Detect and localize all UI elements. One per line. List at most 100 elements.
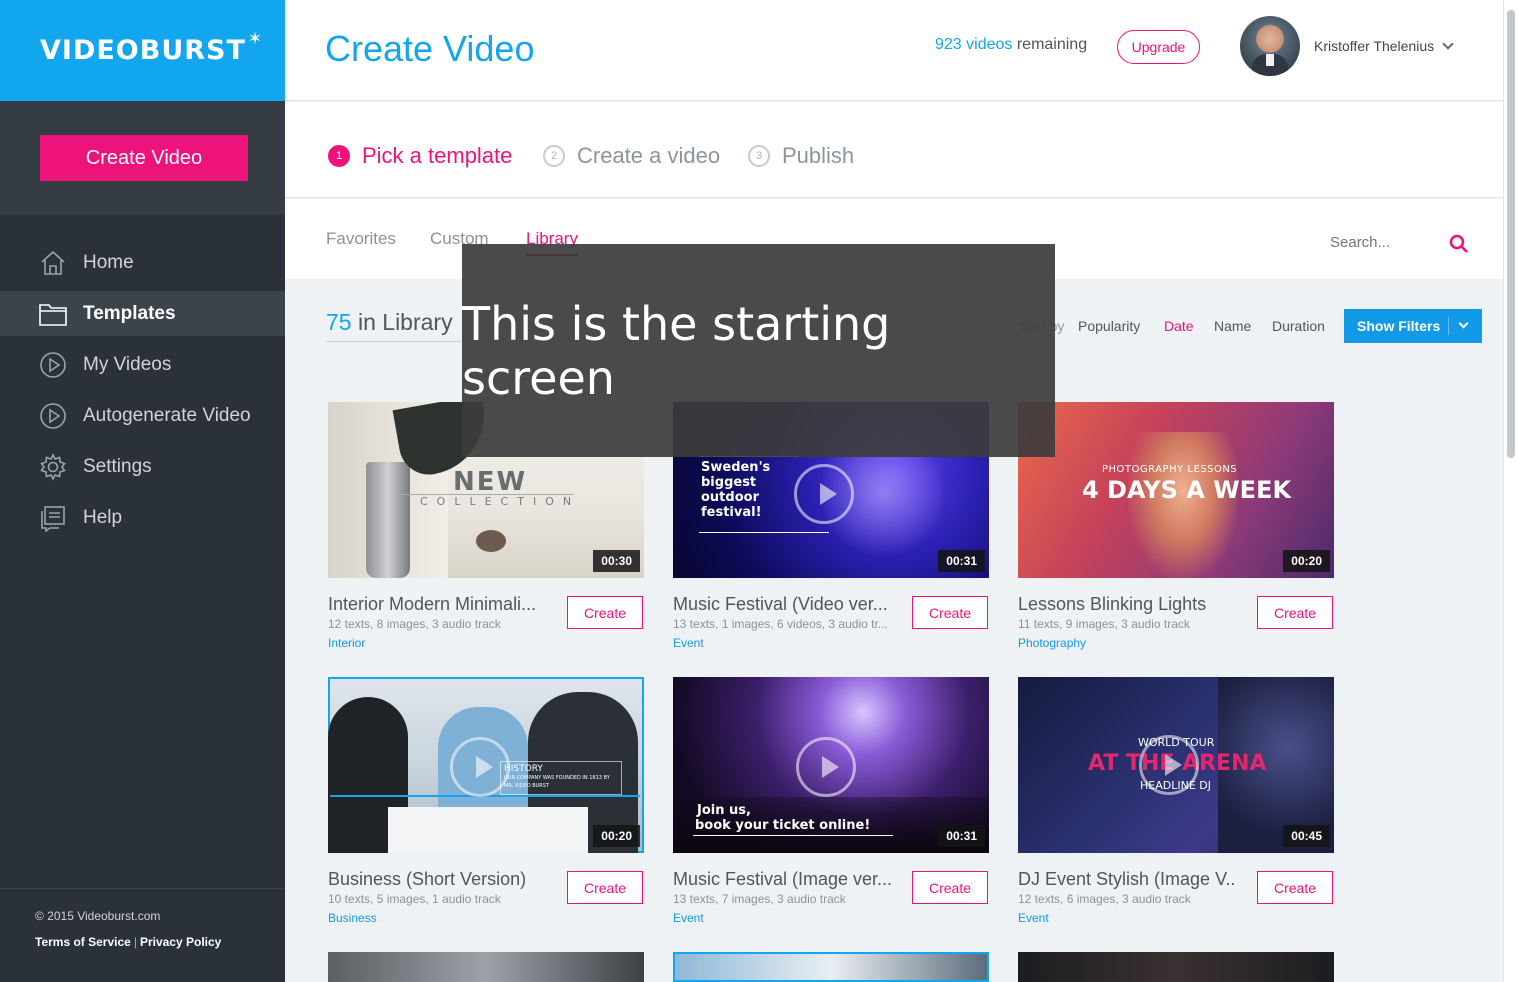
thumb-text: Sweden's — [701, 460, 771, 475]
sort-duration[interactable]: Duration — [1272, 318, 1325, 334]
create-button[interactable]: Create — [912, 871, 988, 904]
create-button[interactable]: Create — [1257, 871, 1333, 904]
sidebar-footer: © 2015 Videoburst.com Terms of Service | P… — [0, 888, 285, 982]
template-thumbnail[interactable] — [673, 952, 989, 982]
step-number: 1 — [328, 145, 350, 167]
top-header: Create Video 923 videos remaining Upgrad… — [285, 0, 1503, 101]
play-icon[interactable] — [1139, 735, 1199, 795]
show-filters-label: Show Filters — [1357, 318, 1441, 334]
step-pick-template[interactable]: 1 Pick a template — [328, 143, 512, 169]
thumb-text: NEW — [453, 467, 528, 497]
library-count-label: in Library — [357, 309, 453, 335]
template-card: Join us, book your ticket online! 00:31 … — [673, 677, 989, 925]
search-input[interactable] — [1330, 234, 1430, 251]
step-create-video[interactable]: 2 Create a video — [543, 143, 720, 169]
sidebar-item-settings[interactable]: Settings — [0, 444, 285, 489]
chevron-down-icon — [1442, 37, 1454, 50]
videoburst-logo[interactable]: VIDEOBURST ✶ — [40, 29, 263, 66]
sidebar-item-label: My Videos — [83, 353, 172, 375]
bowl-shape — [476, 530, 506, 552]
sort-name[interactable]: Name — [1214, 318, 1251, 334]
thumb-text: PHOTOGRAPHY LESSONS — [1102, 464, 1238, 475]
sidebar-item-autogenerate-video[interactable]: Autogenerate Video — [0, 393, 285, 438]
title-line — [693, 835, 893, 836]
step-label: Publish — [782, 143, 855, 168]
chevron-down-icon — [1458, 318, 1469, 329]
template-thumbnail[interactable] — [1018, 952, 1334, 982]
sort-popularity[interactable]: Popularity — [1078, 318, 1140, 334]
template-thumbnail[interactable]: HISTORY OUR COMPANY WAS FOUNDED IN 1813 … — [328, 677, 644, 853]
template-thumbnail[interactable]: PHOTOGRAPHY LESSONS 4 DAYS A WEEK 00:20 — [1018, 402, 1334, 578]
show-filters-button[interactable]: Show Filters — [1344, 309, 1482, 343]
title-line — [699, 532, 829, 533]
template-category-link[interactable]: Event — [673, 911, 704, 925]
template-title: Interior Modern Minimali... — [328, 594, 537, 614]
template-title: Music Festival (Image ver... — [673, 869, 893, 889]
duration-badge: 00:31 — [938, 825, 985, 847]
tab-favorites[interactable]: Favorites — [326, 229, 396, 249]
create-button[interactable]: Create — [567, 596, 643, 629]
play-icon[interactable] — [794, 464, 854, 524]
thumb-text: Join us, — [697, 803, 751, 818]
template-thumbnail[interactable]: Join us, book your ticket online! 00:31 — [673, 677, 989, 853]
create-button[interactable]: Create — [567, 871, 643, 904]
step-publish[interactable]: 3 Publish — [748, 143, 854, 169]
avatar[interactable] — [1240, 16, 1300, 76]
template-category-link[interactable]: Interior — [328, 636, 365, 650]
template-card: WORLD TOUR AT THE ARENA HEADLINE DJ 00:4… — [1018, 677, 1334, 925]
template-category-link[interactable]: Event — [1018, 911, 1049, 925]
privacy-link[interactable]: Privacy Policy — [140, 935, 221, 949]
template-category-link[interactable]: Photography — [1018, 636, 1086, 650]
create-button[interactable]: Create — [1257, 596, 1333, 629]
overlay-text: This is the starting screen — [462, 296, 891, 405]
wizard-steps: 1 Pick a template 2 Create a video 3 Pub… — [285, 102, 1503, 198]
vase-shape — [366, 462, 410, 578]
thumb-text: book your ticket online! — [695, 818, 871, 833]
search-icon[interactable] — [1449, 234, 1469, 254]
sidebar-item-help[interactable]: Help — [0, 495, 285, 540]
duration-badge: 00:20 — [1283, 550, 1330, 572]
help-icon — [38, 503, 68, 533]
create-button[interactable]: Create — [912, 596, 988, 629]
upgrade-button[interactable]: Upgrade — [1117, 30, 1200, 64]
play-icon[interactable] — [450, 737, 510, 797]
folder-icon — [38, 299, 68, 329]
sidebar-item-home[interactable]: Home — [0, 240, 285, 285]
scrollbar-thumb[interactable] — [1507, 10, 1515, 458]
template-meta: 13 texts, 1 images, 6 videos, 3 audio tr… — [673, 617, 888, 631]
sidebar-item-label: Help — [83, 506, 123, 528]
play-circle-icon — [38, 401, 68, 431]
sidebar-item-templates[interactable]: Templates — [0, 291, 285, 336]
template-meta: 10 texts, 5 images, 1 audio track — [328, 892, 501, 906]
template-category-link[interactable]: Event — [673, 636, 704, 650]
template-category-link[interactable]: Business — [328, 911, 377, 925]
duration-badge: 00:31 — [938, 550, 985, 572]
remaining-suffix: remaining — [1016, 36, 1088, 53]
template-meta: 12 texts, 8 images, 3 audio track — [328, 617, 501, 631]
tutorial-overlay: This is the starting screen — [462, 244, 1055, 457]
sort-date[interactable]: Date — [1164, 318, 1194, 334]
user-menu[interactable]: Kristoffer Thelenius — [1314, 37, 1454, 54]
thumb-text: COLLECTION — [420, 495, 581, 508]
library-divider — [326, 341, 461, 342]
thumb-text: outdoor — [701, 490, 759, 505]
home-icon — [38, 248, 68, 278]
play-icon[interactable] — [796, 737, 856, 797]
template-title: Business (Short Version) — [328, 869, 527, 889]
thumb-text: festival! — [701, 505, 762, 520]
footer-links: Terms of Service | Privacy Policy — [35, 935, 285, 949]
footer-separator: | — [133, 935, 137, 949]
thumb-text: 4 DAYS A WEEK — [1082, 476, 1292, 504]
sidebar: VIDEOBURST ✶ Create Video Home Templates … — [0, 0, 285, 982]
user-name: Kristoffer Thelenius — [1314, 38, 1435, 54]
play-circle-icon — [38, 350, 68, 380]
template-thumbnail[interactable] — [328, 952, 644, 982]
sidebar-item-my-videos[interactable]: My Videos — [0, 342, 285, 387]
terms-link[interactable]: Terms of Service — [35, 935, 131, 949]
template-thumbnail[interactable]: WORLD TOUR AT THE ARENA HEADLINE DJ 00:4… — [1018, 677, 1334, 853]
avatar-collar — [1266, 54, 1274, 66]
create-video-button[interactable]: Create Video — [40, 135, 248, 181]
template-meta: 12 texts, 6 images, 3 audio track — [1018, 892, 1191, 906]
template-meta: 13 texts, 7 images, 3 audio track — [673, 892, 846, 906]
sidebar-item-label: Home — [83, 251, 134, 273]
